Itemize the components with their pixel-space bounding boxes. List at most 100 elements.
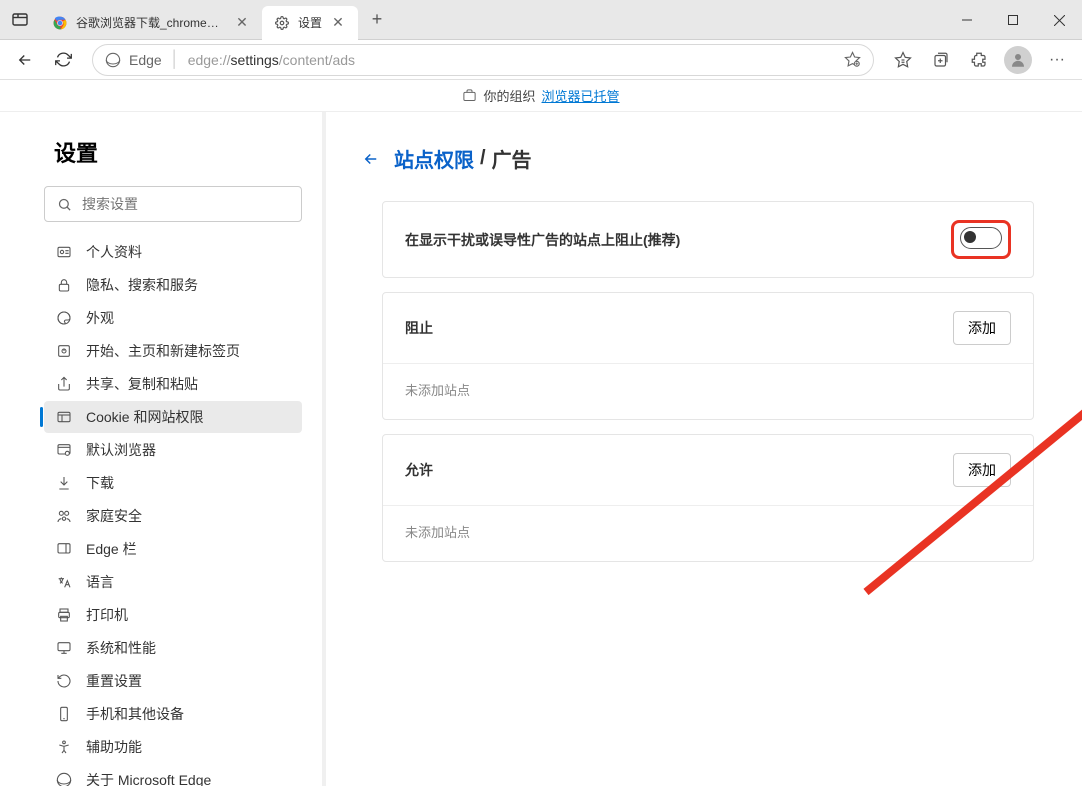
gear-icon [274, 15, 290, 31]
tab-title: 设置 [298, 14, 322, 31]
titlebar-left: 谷歌浏览器下载_chrome浏览器 ✕ 设置 ✕ + [0, 0, 392, 39]
address-divider: │ [170, 51, 180, 69]
maximize-button[interactable] [990, 0, 1036, 40]
block-add-button[interactable]: 添加 [953, 311, 1011, 345]
address-bar[interactable]: Edge │ edge://settings/content/ads [92, 44, 874, 76]
sidebar-item-label: 手机和其他设备 [86, 704, 184, 724]
sidebar-item-reset[interactable]: 重置设置 [44, 665, 302, 697]
refresh-button[interactable] [46, 43, 80, 77]
breadcrumb-current: 广告 [492, 144, 532, 173]
sidebar-item-language[interactable]: 语言 [44, 566, 302, 598]
tab-chrome-download[interactable]: 谷歌浏览器下载_chrome浏览器 ✕ [40, 6, 262, 40]
block-title: 阻止 [405, 318, 433, 338]
sidebar-item-label: 外观 [86, 308, 114, 328]
sidebar-item-appearance[interactable]: 外观 [44, 302, 302, 334]
sidebar-item-label: 默认浏览器 [86, 440, 156, 460]
sidebar-item-power[interactable]: 开始、主页和新建标签页 [44, 335, 302, 367]
edge-icon [105, 52, 121, 68]
new-tab-button[interactable]: + [362, 5, 392, 35]
sidebar-item-label: 共享、复制和粘贴 [86, 374, 198, 394]
chrome-icon [52, 15, 68, 31]
breadcrumb-link[interactable]: 站点权限 [394, 144, 474, 173]
sidebar-item-printer[interactable]: 打印机 [44, 599, 302, 631]
window-controls [944, 0, 1082, 39]
language-icon [54, 574, 74, 590]
sidebar-item-bar[interactable]: Edge 栏 [44, 533, 302, 565]
more-menu-button[interactable]: ··· [1040, 43, 1074, 77]
power-icon [54, 343, 74, 359]
tab-manager-icon[interactable] [0, 0, 40, 40]
managed-banner: 你的组织浏览器已托管 [0, 80, 1082, 112]
collections-button[interactable] [924, 43, 958, 77]
allow-empty: 未添加站点 [383, 505, 1033, 561]
sidebar-item-share[interactable]: 共享、复制和粘贴 [44, 368, 302, 400]
accessibility-icon [54, 739, 74, 755]
tab-title: 谷歌浏览器下载_chrome浏览器 [76, 14, 226, 31]
family-icon [54, 508, 74, 524]
download-icon [54, 475, 74, 491]
share-icon [54, 376, 74, 392]
block-ads-toggle[interactable] [960, 227, 1002, 249]
lock-icon [54, 277, 74, 293]
block-list-card: 阻止 添加 未添加站点 [382, 292, 1034, 420]
extensions-button[interactable] [962, 43, 996, 77]
back-button[interactable] [8, 43, 42, 77]
appearance-icon [54, 310, 74, 326]
sidebar-item-family[interactable]: 家庭安全 [44, 500, 302, 532]
block-empty: 未添加站点 [383, 363, 1033, 419]
sidebar-item-label: 重置设置 [86, 671, 142, 691]
allow-list-card: 允许 添加 未添加站点 [382, 434, 1034, 562]
profile-icon [54, 244, 74, 260]
back-arrow-icon[interactable] [362, 150, 380, 168]
tab-settings[interactable]: 设置 ✕ [262, 6, 358, 40]
close-window-button[interactable] [1036, 0, 1082, 40]
phone-icon [54, 706, 74, 722]
main: 设置 个人资料隐私、搜索和服务外观开始、主页和新建标签页共享、复制和粘贴 Cook… [0, 112, 1082, 786]
briefcase-icon [462, 88, 477, 103]
settings-content: 站点权限 / 广告 在显示干扰或误导性广告的站点上阻止(推荐) 阻止 添加 [326, 112, 1082, 786]
managed-link[interactable]: 浏览器已托管 [542, 86, 620, 105]
sidebar-item-label: 个人资料 [86, 242, 142, 262]
settings-sidebar: 设置 个人资料隐私、搜索和服务外观开始、主页和新建标签页共享、复制和粘贴 Cook… [0, 112, 326, 786]
allow-title: 允许 [405, 460, 433, 480]
search-icon [57, 197, 72, 212]
toggle-label: 在显示干扰或误导性广告的站点上阻止(推荐) [405, 230, 680, 250]
allow-add-button[interactable]: 添加 [953, 453, 1011, 487]
sidebar-item-browser[interactable]: 默认浏览器 [44, 434, 302, 466]
sidebar-item-system[interactable]: 系统和性能 [44, 632, 302, 664]
sidebar-item-label: Edge 栏 [86, 539, 137, 559]
titlebar: 谷歌浏览器下载_chrome浏览器 ✕ 设置 ✕ + [0, 0, 1082, 40]
sidebar-item-label: 语言 [86, 572, 114, 592]
search-input[interactable] [82, 196, 289, 212]
sidebar-item-profile[interactable]: 个人资料 [44, 236, 302, 268]
sidebar-item-download[interactable]: 下载 [44, 467, 302, 499]
close-icon[interactable]: ✕ [330, 15, 346, 31]
block-ads-toggle-card: 在显示干扰或误导性广告的站点上阻止(推荐) [382, 201, 1034, 278]
settings-search[interactable] [44, 186, 302, 222]
sidebar-item-accessibility[interactable]: 辅助功能 [44, 731, 302, 763]
favorite-star-icon[interactable] [844, 51, 861, 68]
favorites-button[interactable] [886, 43, 920, 77]
toolbar: Edge │ edge://settings/content/ads ··· [0, 40, 1082, 80]
browser-icon [54, 442, 74, 458]
sidebar-item-phone[interactable]: 手机和其他设备 [44, 698, 302, 730]
sidebar-item-label: 辅助功能 [86, 737, 142, 757]
breadcrumb-sep: / [480, 147, 486, 170]
cookie-icon [54, 409, 74, 425]
sidebar-item-lock[interactable]: 隐私、搜索和服务 [44, 269, 302, 301]
bar-icon [54, 541, 74, 557]
sidebar-item-label: 开始、主页和新建标签页 [86, 341, 240, 361]
minimize-button[interactable] [944, 0, 990, 40]
close-icon[interactable]: ✕ [234, 15, 250, 31]
settings-title: 设置 [54, 136, 302, 168]
sidebar-item-cookie[interactable]: Cookie 和网站权限 [44, 401, 302, 433]
sidebar-item-about[interactable]: 关于 Microsoft Edge [44, 764, 302, 786]
sidebar-item-label: Cookie 和网站权限 [86, 407, 203, 427]
sidebar-item-label: 打印机 [86, 605, 128, 625]
breadcrumb: 站点权限 / 广告 [362, 144, 1034, 173]
sidebar-item-label: 系统和性能 [86, 638, 156, 658]
url-scheme: edge:// [188, 52, 231, 68]
sidebar-item-label: 隐私、搜索和服务 [86, 275, 198, 295]
profile-avatar[interactable] [1004, 46, 1032, 74]
sidebar-item-label: 关于 Microsoft Edge [86, 770, 211, 786]
